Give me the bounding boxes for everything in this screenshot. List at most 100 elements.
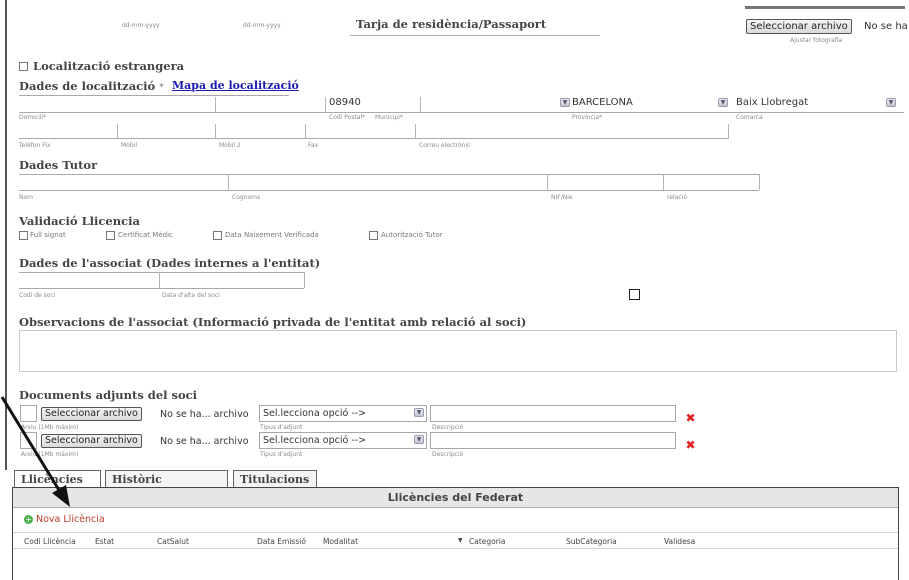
annotation-arrow-icon [0,396,70,507]
tutor-row-underline [19,190,759,191]
tutor-name-label: Nom [19,194,34,201]
tutor-auth-checkbox[interactable] [369,231,378,240]
residence-card-underline [350,35,600,36]
signup-date-label: Data d'alta del soci [162,292,220,299]
mobile-label: Mòbil [121,142,137,149]
doc2-type-label: Tipus d'adjunt [260,451,303,458]
location-heading-underline [19,95,289,96]
signed-form-label: Full signat [30,231,66,239]
doc2-type-chevron-down-icon[interactable]: ▼ [414,435,424,444]
address-divider-1 [215,97,216,112]
doc1-description-label: Descripció [432,424,464,431]
date-placeholder-1: dd-mm-yyyy [122,22,160,29]
col-sort-chevron-down-icon[interactable]: ▼ [458,537,463,544]
address-divider-2 [325,97,326,112]
green-circle-plus-icon: + [24,515,33,524]
address-label: Domicili* [19,114,47,121]
doc1-description-input[interactable] [430,405,676,422]
email-label: Correu electrònic [419,142,471,149]
photo-no-file-text: No se ha [864,21,908,32]
province-chevron-down-icon[interactable]: ▼ [560,98,570,107]
top-right-divider [745,6,905,9]
doc1-type-select[interactable]: Sel.lecciona opció --> [259,405,427,422]
postal-code-field[interactable]: 08940 [329,97,361,108]
col-subcategory[interactable]: SubCategoria [566,537,617,546]
license-validation-heading: Validació Llicencia [19,214,140,228]
col-catsalut[interactable]: CatSalut [157,537,189,546]
county-field[interactable]: Baix Llobregat [736,97,808,108]
phone-divider-2 [215,124,216,138]
province-label: Província* [572,114,603,121]
new-license-label: Nova Llicència [36,514,105,525]
col-status[interactable]: Estat [95,537,114,546]
doc1-type-chevron-down-icon[interactable]: ▼ [414,408,424,417]
licenses-column-header-row [13,532,898,549]
associate-checkbox[interactable] [629,289,640,300]
foreign-location-checkbox[interactable] [19,62,28,71]
address-underline [19,112,904,113]
birthdate-verified-checkbox[interactable] [213,231,222,240]
phone-divider-4 [415,124,416,138]
postal-code-label: Codi Postal* [329,114,366,121]
col-modality[interactable]: Modalitat [323,537,358,546]
col-category[interactable]: Categoria [469,537,506,546]
phone-divider-3 [305,124,306,138]
fax-label: Fax [308,142,319,149]
doc2-no-file-text: No se ha... archivo [160,436,249,447]
associate-row-underline [19,288,304,289]
phone-divider-5 [728,124,729,138]
tutor-divider-2 [547,174,548,190]
phone-divider-1 [117,124,118,138]
mobile2-label: Mòbil 2 [219,142,241,149]
tutor-nif-label: NIF/Nie [551,194,573,201]
associate-divider [159,272,160,288]
doc1-delete-icon[interactable]: ✖ [685,412,696,424]
tutor-relation-label: relació [667,194,688,201]
foreign-location-label: Localització estrangera [33,59,185,73]
doc2-delete-icon[interactable]: ✖ [685,439,696,451]
observations-heading: Observacions de l'associat (Informació p… [19,315,527,329]
tutor-heading-underline [19,174,759,175]
medical-cert-label: Certificat Mèdic [118,231,173,239]
photo-select-file-button[interactable]: Seleccionar archivo [746,19,852,34]
medical-cert-checkbox[interactable] [106,231,115,240]
tutor-heading: Dades Tutor [19,158,98,172]
municipality-label: Municipi* [375,114,403,121]
phone-label: Telèfon Fix [19,142,51,149]
province-field[interactable]: BARCELONA [572,97,633,108]
col-issue-date[interactable]: Data Emissió [257,537,306,546]
associate-heading: Dades de l'associat (Dades internes a l'… [19,256,321,270]
location-map-link[interactable]: Mapa de localització [172,79,299,92]
associate-heading-underline [19,272,304,273]
birthdate-verified-label: Data Naixement Verificada [225,231,319,239]
tutor-divider-3 [663,174,664,190]
doc1-no-file-text: No se ha... archivo [160,409,249,420]
date-placeholder-2: dd-mm-yyyy [243,22,281,29]
residence-card-label: Tarja de residència/Passaport [356,17,547,31]
col-validity[interactable]: Validesa [664,537,695,546]
signed-form-checkbox[interactable] [19,231,28,240]
tutor-divider-1 [228,174,229,190]
doc2-type-select[interactable]: Sel.lecciona opció --> [259,432,427,449]
tab-qualifications[interactable]: Titulacions [233,470,317,487]
adjust-photo-link[interactable]: Ajustar fotografia [790,37,842,44]
county-label: Comarca [736,114,763,121]
location-heading-text: Dades de localització [19,79,156,93]
required-mark: * [159,83,164,93]
doc2-description-input[interactable] [430,432,676,449]
tutor-auth-label: Autorització Tutor [381,231,443,239]
licenses-panel-title: Llicències del Federat [387,491,524,504]
tutor-divider-4 [759,174,760,190]
county-chevron-down-icon[interactable]: ▼ [718,98,728,107]
new-license-button[interactable]: + Nova Llicència [24,514,105,525]
member-code-label: Codi de soci [19,292,56,299]
address-divider-3 [420,97,421,112]
associate-divider-end [304,272,305,288]
tutor-surnames-label: Cognoms [232,194,261,201]
col-license-code[interactable]: Codi Llicència [24,537,76,546]
tab-license-history[interactable]: Històric Llicències [105,470,228,503]
county-right-chevron-down-icon[interactable]: ▼ [886,98,896,107]
doc1-type-label: Tipus d'adjunt [260,424,303,431]
observations-textarea[interactable] [19,330,897,372]
phone-row-underline [19,138,729,139]
